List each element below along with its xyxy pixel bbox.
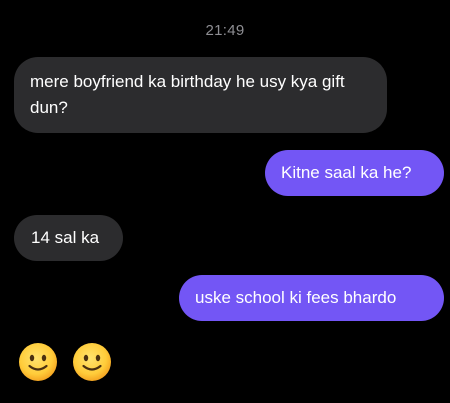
incoming-message-bubble[interactable]: mere boyfriend ka birthday he usy kya gi… bbox=[14, 57, 387, 133]
emoji-message[interactable] bbox=[18, 342, 112, 382]
incoming-message-bubble[interactable]: 14 sal ka bbox=[14, 215, 123, 261]
outgoing-message-bubble[interactable]: uske school ki fees bhardo bbox=[179, 275, 444, 321]
message-timestamp: 21:49 bbox=[205, 22, 245, 39]
slightly-smiling-face-icon bbox=[19, 343, 57, 381]
outgoing-message-bubble[interactable]: Kitne saal ka he? bbox=[265, 150, 444, 196]
chat-screen: 21:49 mere boyfriend ka birthday he usy … bbox=[0, 0, 450, 403]
slightly-smiling-face-icon bbox=[73, 343, 111, 381]
